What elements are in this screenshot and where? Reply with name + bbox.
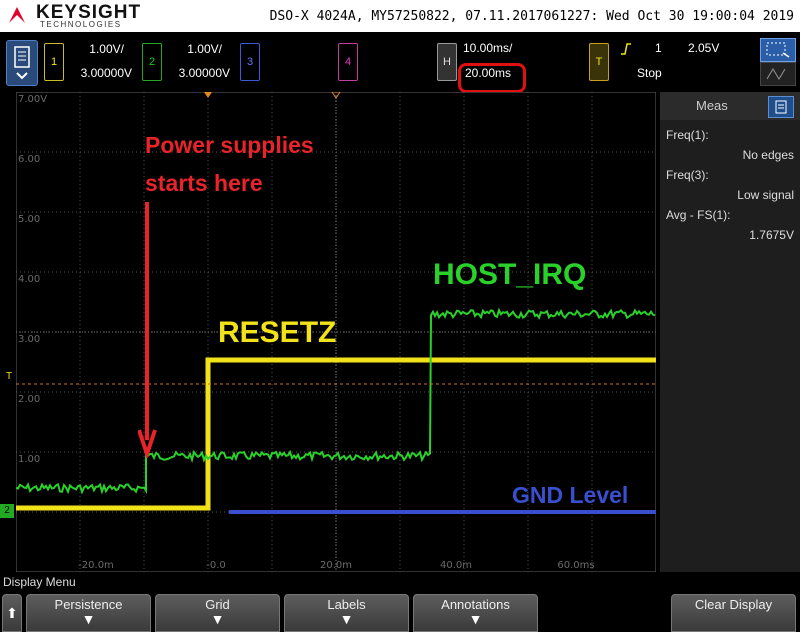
softkey-menu-title: Display Menu	[3, 575, 76, 589]
meas-label-1: Freq(1):	[666, 128, 709, 142]
clear-display-softkey[interactable]: Clear Display	[671, 594, 796, 632]
main-menu-button[interactable]	[6, 40, 38, 86]
measurement-panel: Meas Freq(1): No edges Freq(3): Low sign…	[660, 92, 800, 572]
ch2-offset: 3.00000V	[178, 66, 230, 80]
rising-edge-icon	[621, 43, 631, 55]
ch2-scale: 1.00V/	[187, 42, 222, 56]
labels-softkey[interactable]: Labels ▼	[284, 594, 409, 632]
select-box-icon	[766, 42, 790, 58]
arrow-down-icon	[138, 202, 157, 458]
y-tick-label: 5.00	[18, 214, 40, 225]
resetz-label: RESETZ	[218, 316, 337, 349]
trigger-source: 1	[655, 41, 662, 55]
chevron-down-icon: ▼	[81, 611, 96, 627]
chevron-down-icon: ▼	[468, 611, 483, 627]
acquisition-state: Stop	[637, 66, 662, 80]
y-tick-label: 1.00	[18, 454, 40, 465]
x-tick-label: -0.0	[206, 560, 226, 571]
chevron-down-icon: ▼	[339, 611, 354, 627]
y-tick-label: 4.00	[18, 274, 40, 285]
meas-value-1: No edges	[742, 148, 794, 162]
softkey-bar: Display Menu ⬆ Persistence ▼ Grid ▼ Labe…	[0, 574, 800, 632]
host-irq-label: HOST_IRQ	[433, 258, 587, 291]
channel-4-button[interactable]: 4	[338, 43, 358, 81]
power-supply-annotation: Power supplies starts here	[145, 132, 314, 196]
waveform-touch-icon	[766, 67, 786, 81]
ground-marker: 2	[0, 504, 14, 518]
keysight-logo-icon	[9, 7, 25, 23]
meas-label-3: Avg - FS(1):	[666, 208, 731, 222]
meas-menu-button[interactable]	[768, 96, 794, 118]
gnd-level-label: GND Level	[512, 482, 629, 508]
title-bar: KEYSIGHT TECHNOLOGIES DSO-X 4024A, MY572…	[0, 0, 800, 32]
meas-label-2: Freq(3):	[666, 168, 709, 182]
timebase-scale: 10.00ms/	[463, 41, 513, 55]
horizontal-button[interactable]: H	[437, 43, 457, 81]
persistence-label: Persistence	[54, 597, 123, 612]
x-tick-label: 20.0m	[320, 560, 352, 571]
annotations-softkey[interactable]: Annotations ▼	[413, 594, 538, 632]
meas-value-3: 1.7675V	[749, 228, 794, 242]
x-tick-label: 60.0ms	[557, 560, 594, 571]
trigger-button[interactable]: T	[589, 43, 609, 81]
labels-label: Labels	[327, 597, 366, 612]
brand-subtitle: TECHNOLOGIES	[40, 20, 122, 29]
annotations-label: Annotations	[441, 597, 510, 612]
menu-icon	[14, 46, 30, 80]
zoom-box-button[interactable]	[760, 38, 796, 62]
back-button[interactable]: ⬆	[2, 594, 22, 632]
ch1-scale: 1.00V/	[89, 42, 124, 56]
y-tick-label: 2.00	[18, 394, 40, 405]
ch1-offset: 3.00000V	[80, 66, 132, 80]
back-arrow-icon: ⬆	[6, 605, 18, 621]
trigger-level-marker: T	[6, 371, 13, 382]
x-tick-label: 40.0m	[440, 560, 472, 571]
meas-title: Meas	[696, 98, 728, 113]
x-tick-label: -20.0m	[78, 560, 114, 571]
y-tick-label: 7.00V	[18, 94, 47, 105]
list-icon	[775, 100, 787, 114]
chevron-down-icon: ▼	[210, 611, 225, 627]
grid-label: Grid	[205, 597, 230, 612]
channel-header: 1 1.00V/ 3.00000V 2 1.00V/ 3.00000V 3 4 …	[0, 32, 800, 93]
meas-value-2: Low signal	[737, 188, 794, 202]
instrument-info: DSO-X 4024A, MY57250822, 07.11.201706122…	[269, 9, 794, 24]
meas-header: Meas	[660, 92, 800, 120]
channel-3-button[interactable]: 3	[240, 43, 260, 81]
trigger-level: 2.05V	[688, 41, 720, 55]
y-tick-label: 6.00	[18, 154, 40, 165]
persistence-softkey[interactable]: Persistence ▼	[26, 594, 151, 632]
timebase-position: 20.00ms	[465, 66, 512, 80]
grid-softkey[interactable]: Grid ▼	[155, 594, 280, 632]
y-tick-label: 3.00	[18, 334, 40, 345]
clear-display-label: Clear Display	[694, 597, 773, 612]
touch-mode-button[interactable]	[760, 62, 796, 86]
